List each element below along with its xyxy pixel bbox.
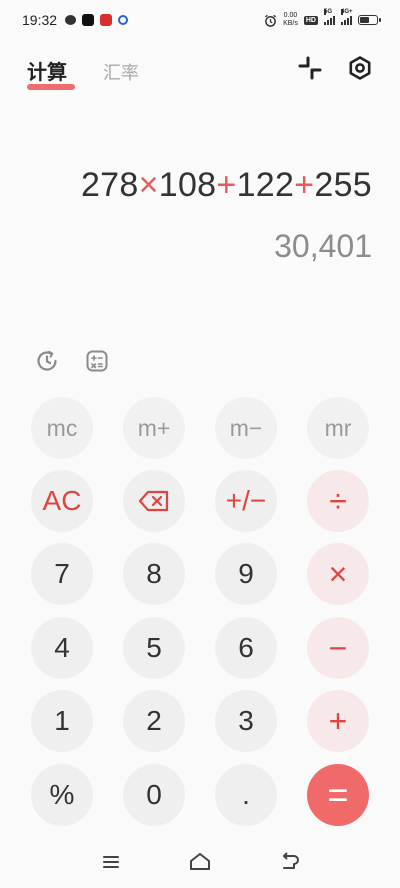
status-time: 19:32: [22, 12, 58, 28]
key-plus-label: +: [328, 702, 348, 739]
message-icon: [65, 15, 77, 25]
minimize-icon: [298, 56, 322, 80]
key-3-label: 3: [238, 705, 254, 736]
minimize-button[interactable]: [296, 54, 324, 82]
tiktok-icon: [82, 14, 95, 26]
unit-convert-icon: [86, 350, 108, 372]
key-backspace[interactable]: [123, 470, 185, 532]
key-divide[interactable]: ÷: [307, 470, 369, 532]
navigation-bar: [0, 838, 400, 888]
key-equals-label: =: [327, 774, 349, 815]
signal-4g-label: 4G+: [341, 9, 353, 15]
app-notification-icon: [100, 14, 113, 26]
status-left: 19:32: [22, 12, 129, 28]
key-6[interactable]: 6: [215, 617, 277, 679]
settings-button[interactable]: [346, 54, 374, 82]
key-9-label: 9: [238, 558, 254, 589]
nav-home-button[interactable]: [188, 850, 212, 874]
key-4-label: 4: [54, 632, 70, 663]
key-m-minus[interactable]: m−: [215, 397, 277, 459]
status-right: 0.00 KB/s HD 5G 4G+: [264, 9, 381, 28]
key-1[interactable]: 1: [31, 690, 93, 752]
header: 计算 汇率: [0, 50, 400, 94]
signal-5g-icon: 5G: [324, 9, 335, 25]
key-decimal[interactable]: .: [215, 764, 277, 826]
result-display: 30,401: [274, 228, 372, 264]
key-decimal-label: .: [242, 779, 250, 810]
back-icon: [283, 852, 299, 869]
home-icon: [190, 853, 210, 870]
baidu-icon: [118, 15, 129, 25]
key-m-minus-label: m−: [229, 414, 263, 441]
key-2-label: 2: [146, 705, 162, 736]
key-divide-label: ÷: [329, 482, 347, 519]
nav-back-button[interactable]: [278, 850, 302, 874]
backspace-icon: [138, 490, 169, 512]
key-3[interactable]: 3: [215, 690, 277, 752]
key-minus-label: −: [328, 629, 348, 666]
expression-display: 278×108+122+255: [81, 166, 372, 205]
signal-4g-icon: 4G+: [341, 9, 353, 25]
net-speed-unit: KB/s: [283, 20, 298, 27]
key-1-label: 1: [54, 705, 70, 736]
key-2[interactable]: 2: [123, 690, 185, 752]
key-5[interactable]: 5: [123, 617, 185, 679]
history-icon: [37, 350, 57, 371]
unit-convert-button[interactable]: [83, 347, 111, 375]
net-speed: 0.00 KB/s: [283, 12, 298, 28]
expression-operator: +: [216, 166, 237, 204]
key-7-label: 7: [54, 558, 70, 589]
active-tab-indicator: [27, 84, 75, 90]
key-mc-label: mc: [46, 414, 78, 441]
expression-operand: 255: [314, 166, 372, 204]
key-8-label: 8: [146, 558, 162, 589]
key-percent[interactable]: %: [31, 764, 93, 826]
battery-icon: [358, 15, 381, 25]
key-4[interactable]: 4: [31, 617, 93, 679]
key-9[interactable]: 9: [215, 543, 277, 605]
alarm-icon: [265, 14, 277, 27]
key-multiply[interactable]: ×: [307, 543, 369, 605]
key-mr[interactable]: mr: [307, 397, 369, 459]
key-ac[interactable]: AC: [31, 470, 93, 532]
settings-icon: [349, 56, 371, 80]
key-6-label: 6: [238, 632, 254, 663]
expression-operator: ×: [138, 166, 159, 204]
key-0[interactable]: 0: [123, 764, 185, 826]
menu-icon: [103, 856, 119, 868]
hd-badge: HD: [303, 15, 318, 25]
expression-operand: 108: [158, 166, 217, 204]
keypad: mc m+ m− mr AC +/− ÷ 7 8 9 × 4 5 6 − 1 2 3 +% 0. =: [0, 0, 400, 888]
expression-operand: 278: [80, 166, 139, 204]
key-percent-label: %: [49, 779, 75, 810]
key-equals[interactable]: =: [307, 764, 369, 826]
signal-5g-label: 5G: [324, 9, 333, 15]
status-bar: 19:32 0.00 KB/s HD 5G 4G+: [0, 0, 400, 40]
expression-operator: +: [294, 166, 315, 204]
key-5-label: 5: [146, 632, 162, 663]
key-mc[interactable]: mc: [31, 397, 93, 459]
key-m-plus[interactable]: m+: [123, 397, 185, 459]
key-sign-label: +/−: [225, 485, 267, 516]
nav-menu-button[interactable]: [99, 850, 123, 874]
key-minus[interactable]: −: [307, 617, 369, 679]
tab-exchange-rate[interactable]: 汇率: [103, 59, 139, 85]
key-m-plus-label: m+: [137, 414, 171, 441]
key-mr-label: mr: [324, 414, 352, 441]
key-8[interactable]: 8: [123, 543, 185, 605]
tab-calculator[interactable]: 计算: [27, 56, 67, 85]
net-speed-value: 0.00: [283, 12, 298, 19]
key-plus[interactable]: +: [307, 690, 369, 752]
key-multiply-label: ×: [328, 555, 348, 592]
key-ac-label: AC: [42, 485, 82, 516]
key-7[interactable]: 7: [31, 543, 93, 605]
history-button[interactable]: [33, 347, 61, 375]
key-sign[interactable]: +/−: [215, 470, 277, 532]
key-0-label: 0: [146, 779, 162, 810]
expression-operand: 122: [236, 166, 295, 204]
